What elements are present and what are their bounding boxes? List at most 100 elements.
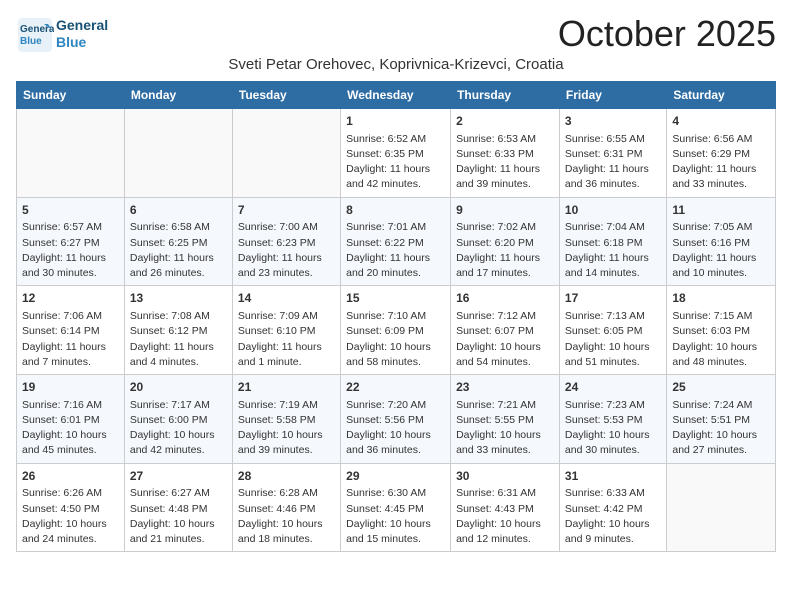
calendar-cell: 18 Sunrise: 7:15 AM Sunset: 6:03 PM Dayli… — [667, 286, 776, 375]
day-content: Sunrise: 6:30 AM Sunset: 4:45 PM Dayligh… — [346, 486, 445, 547]
day-number: 6 — [130, 202, 227, 219]
day-content: Sunrise: 7:09 AM Sunset: 6:10 PM Dayligh… — [238, 309, 335, 370]
calendar-cell: 6Sunrise: 6:58 AM Sunset: 6:25 PM Daylig… — [124, 197, 232, 286]
calendar-cell — [124, 109, 232, 198]
calendar-body: 1 Sunrise: 6:52 AM Sunset: 6:35 PM Daylig… — [17, 109, 776, 552]
calendar-cell: 27Sunrise: 6:27 AM Sunset: 4:48 PM Dayli… — [124, 463, 232, 552]
day-content: Sunrise: 6:56 AM Sunset: 6:29 PM Dayligh… — [672, 132, 770, 193]
day-content: Sunrise: 7:21 AM Sunset: 5:55 PM Dayligh… — [456, 398, 554, 459]
calendar-cell: 28Sunrise: 6:28 AM Sunset: 4:46 PM Dayli… — [232, 463, 340, 552]
calendar-cell: 4 Sunrise: 6:56 AM Sunset: 6:29 PM Daylig… — [667, 109, 776, 198]
calendar-cell: 29Sunrise: 6:30 AM Sunset: 4:45 PM Dayli… — [341, 463, 451, 552]
calendar-week-5: 26Sunrise: 6:26 AM Sunset: 4:50 PM Dayli… — [17, 463, 776, 552]
calendar-week-2: 5Sunrise: 6:57 AM Sunset: 6:27 PM Daylig… — [17, 197, 776, 286]
day-content: Sunrise: 7:08 AM Sunset: 6:12 PM Dayligh… — [130, 309, 227, 370]
day-content: Sunrise: 7:00 AM Sunset: 6:23 PM Dayligh… — [238, 220, 335, 281]
day-number: 8 — [346, 202, 445, 219]
day-number: 31 — [565, 468, 661, 485]
weekday-header-row: SundayMondayTuesdayWednesdayThursdayFrid… — [17, 82, 776, 109]
day-content: Sunrise: 7:02 AM Sunset: 6:20 PM Dayligh… — [456, 220, 554, 281]
calendar-cell: 8Sunrise: 7:01 AM Sunset: 6:22 PM Daylig… — [341, 197, 451, 286]
day-content: Sunrise: 6:31 AM Sunset: 4:43 PM Dayligh… — [456, 486, 554, 547]
day-number: 7 — [238, 202, 335, 219]
day-number: 2 — [456, 113, 554, 130]
day-number: 20 — [130, 379, 227, 396]
calendar-cell: 23 Sunrise: 7:21 AM Sunset: 5:55 PM Dayli… — [451, 375, 560, 464]
day-number: 11 — [672, 202, 770, 219]
calendar-cell: 12 Sunrise: 7:06 AM Sunset: 6:14 PM Dayli… — [17, 286, 125, 375]
logo-icon: General Blue — [16, 16, 52, 52]
day-content: Sunrise: 7:16 AM Sunset: 6:01 PM Dayligh… — [22, 398, 119, 459]
calendar-cell — [17, 109, 125, 198]
calendar-cell: 19 Sunrise: 7:16 AM Sunset: 6:01 PM Dayli… — [17, 375, 125, 464]
logo: General Blue General Blue — [16, 16, 108, 52]
calendar-cell: 14 Sunrise: 7:09 AM Sunset: 6:10 PM Dayli… — [232, 286, 340, 375]
calendar-cell: 31Sunrise: 6:33 AM Sunset: 4:42 PM Dayli… — [559, 463, 666, 552]
day-content: Sunrise: 7:20 AM Sunset: 5:56 PM Dayligh… — [346, 398, 445, 459]
day-content: Sunrise: 7:01 AM Sunset: 6:22 PM Dayligh… — [346, 220, 445, 281]
day-content: Sunrise: 6:57 AM Sunset: 6:27 PM Dayligh… — [22, 220, 119, 281]
day-content: Sunrise: 7:24 AM Sunset: 5:51 PM Dayligh… — [672, 398, 770, 459]
day-number: 27 — [130, 468, 227, 485]
calendar-cell: 26Sunrise: 6:26 AM Sunset: 4:50 PM Dayli… — [17, 463, 125, 552]
day-number: 14 — [238, 290, 335, 307]
day-content: Sunrise: 7:04 AM Sunset: 6:18 PM Dayligh… — [565, 220, 661, 281]
day-number: 9 — [456, 202, 554, 219]
day-number: 19 — [22, 379, 119, 396]
calendar-cell: 11Sunrise: 7:05 AM Sunset: 6:16 PM Dayli… — [667, 197, 776, 286]
calendar-cell: 7Sunrise: 7:00 AM Sunset: 6:23 PM Daylig… — [232, 197, 340, 286]
calendar-cell: 17 Sunrise: 7:13 AM Sunset: 6:05 PM Dayli… — [559, 286, 666, 375]
day-number: 13 — [130, 290, 227, 307]
calendar-cell: 25Sunrise: 7:24 AM Sunset: 5:51 PM Dayli… — [667, 375, 776, 464]
day-content: Sunrise: 7:17 AM Sunset: 6:00 PM Dayligh… — [130, 398, 227, 459]
day-number: 24 — [565, 379, 661, 396]
weekday-header-sunday: Sunday — [17, 82, 125, 109]
day-number: 1 — [346, 113, 445, 130]
calendar-cell: 3Sunrise: 6:55 AM Sunset: 6:31 PM Daylig… — [559, 109, 666, 198]
weekday-header-wednesday: Wednesday — [341, 82, 451, 109]
page-header: General Blue General Blue October 2025 — [16, 16, 776, 52]
calendar-cell: 16 Sunrise: 7:12 AM Sunset: 6:07 PM Dayli… — [451, 286, 560, 375]
calendar-cell: 22Sunrise: 7:20 AM Sunset: 5:56 PM Dayli… — [341, 375, 451, 464]
day-number: 16 — [456, 290, 554, 307]
day-number: 17 — [565, 290, 661, 307]
weekday-header-thursday: Thursday — [451, 82, 560, 109]
calendar-cell: 13 Sunrise: 7:08 AM Sunset: 6:12 PM Dayli… — [124, 286, 232, 375]
day-content: Sunrise: 7:23 AM Sunset: 5:53 PM Dayligh… — [565, 398, 661, 459]
calendar-cell: 1 Sunrise: 6:52 AM Sunset: 6:35 PM Daylig… — [341, 109, 451, 198]
day-number: 15 — [346, 290, 445, 307]
day-number: 10 — [565, 202, 661, 219]
day-content: Sunrise: 7:15 AM Sunset: 6:03 PM Dayligh… — [672, 309, 770, 370]
calendar-cell: 2 Sunrise: 6:53 AM Sunset: 6:33 PM Daylig… — [451, 109, 560, 198]
calendar-cell: 20 Sunrise: 7:17 AM Sunset: 6:00 PM Dayli… — [124, 375, 232, 464]
calendar-cell: 10Sunrise: 7:04 AM Sunset: 6:18 PM Dayli… — [559, 197, 666, 286]
weekday-header-tuesday: Tuesday — [232, 82, 340, 109]
day-number: 4 — [672, 113, 770, 130]
month-title: October 2025 — [558, 16, 776, 52]
day-content: Sunrise: 7:05 AM Sunset: 6:16 PM Dayligh… — [672, 220, 770, 281]
calendar-cell: 21Sunrise: 7:19 AM Sunset: 5:58 PM Dayli… — [232, 375, 340, 464]
day-number: 12 — [22, 290, 119, 307]
day-content: Sunrise: 7:13 AM Sunset: 6:05 PM Dayligh… — [565, 309, 661, 370]
day-content: Sunrise: 6:52 AM Sunset: 6:35 PM Dayligh… — [346, 132, 445, 193]
day-content: Sunrise: 6:53 AM Sunset: 6:33 PM Dayligh… — [456, 132, 554, 193]
calendar-cell: 24 Sunrise: 7:23 AM Sunset: 5:53 PM Dayli… — [559, 375, 666, 464]
calendar-cell: 5Sunrise: 6:57 AM Sunset: 6:27 PM Daylig… — [17, 197, 125, 286]
day-number: 30 — [456, 468, 554, 485]
day-number: 21 — [238, 379, 335, 396]
day-content: Sunrise: 6:58 AM Sunset: 6:25 PM Dayligh… — [130, 220, 227, 281]
day-number: 5 — [22, 202, 119, 219]
day-content: Sunrise: 7:06 AM Sunset: 6:14 PM Dayligh… — [22, 309, 119, 370]
day-number: 18 — [672, 290, 770, 307]
day-content: Sunrise: 7:12 AM Sunset: 6:07 PM Dayligh… — [456, 309, 554, 370]
day-content: Sunrise: 6:26 AM Sunset: 4:50 PM Dayligh… — [22, 486, 119, 547]
calendar-cell: 30Sunrise: 6:31 AM Sunset: 4:43 PM Dayli… — [451, 463, 560, 552]
calendar-cell — [232, 109, 340, 198]
day-number: 29 — [346, 468, 445, 485]
day-number: 26 — [22, 468, 119, 485]
calendar-cell: 15Sunrise: 7:10 AM Sunset: 6:09 PM Dayli… — [341, 286, 451, 375]
weekday-header-monday: Monday — [124, 82, 232, 109]
day-number: 23 — [456, 379, 554, 396]
calendar-week-1: 1 Sunrise: 6:52 AM Sunset: 6:35 PM Daylig… — [17, 109, 776, 198]
weekday-header-saturday: Saturday — [667, 82, 776, 109]
